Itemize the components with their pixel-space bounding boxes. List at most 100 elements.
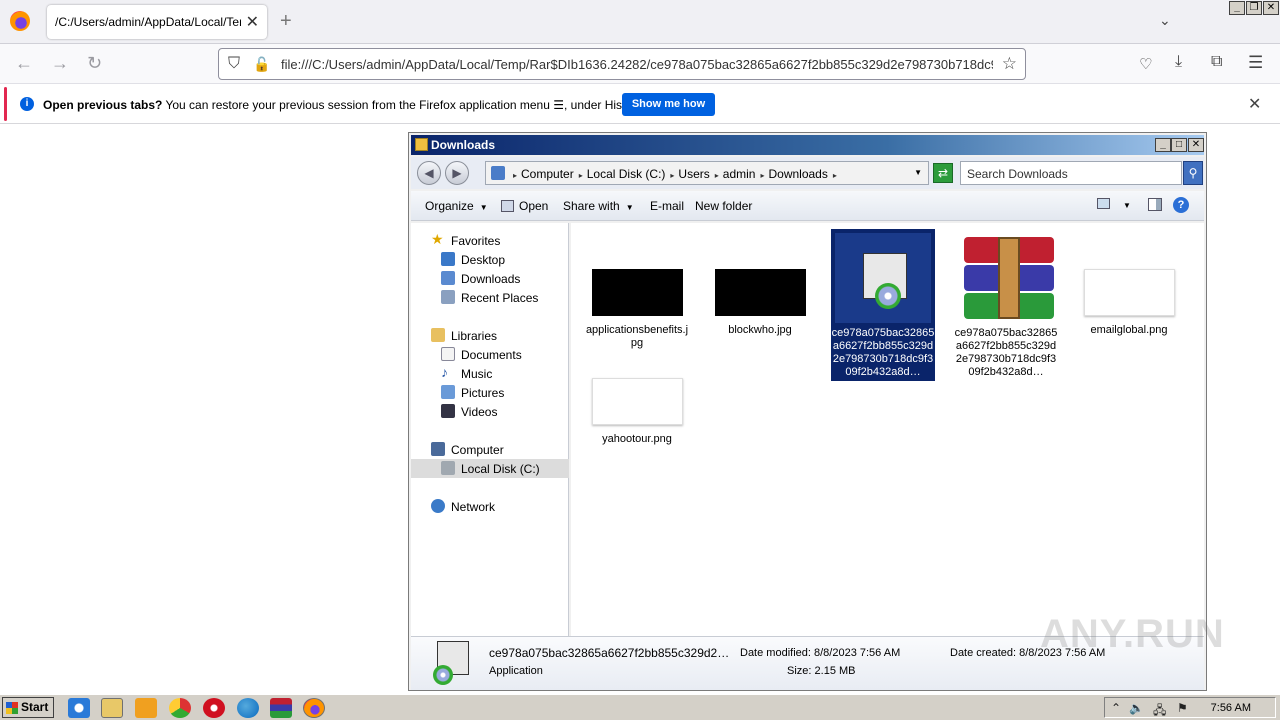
nav-favorites[interactable]: ★ Favorites — [411, 231, 569, 250]
navigation-bar: ← → ↻ ⛉ 🔓 file:///C:/Users/admin/AppData… — [0, 44, 1280, 84]
refresh-icon[interactable]: ⇄ — [933, 163, 953, 183]
crumb-computer[interactable]: Computer — [521, 167, 574, 181]
restore-button[interactable]: ❐ — [1246, 1, 1262, 15]
show-me-how-button[interactable]: Show me how — [622, 93, 715, 116]
file-item[interactable]: ce978a075bac32865a6627f2bb855c329d2e7987… — [954, 229, 1058, 381]
nav-libraries[interactable]: Libraries — [411, 326, 569, 345]
explorer-taskbar-icon[interactable] — [101, 698, 123, 718]
explorer-forward-button[interactable]: ▶ — [445, 161, 469, 185]
shield-icon[interactable]: ⛉ — [228, 55, 240, 73]
explorer-close-button[interactable]: ✕ — [1188, 138, 1204, 152]
installer-icon — [429, 641, 473, 687]
crumb-downloads[interactable]: Downloads — [768, 167, 827, 181]
bookmark-star-icon[interactable]: ☆ — [1002, 54, 1017, 74]
file-item[interactable]: applicationsbenefits.jpg — [585, 269, 689, 353]
desktop-icon — [441, 252, 455, 266]
explorer-back-button[interactable]: ◀ — [417, 161, 441, 185]
winrar-taskbar-icon[interactable] — [270, 698, 292, 718]
firefox-logo-icon — [10, 11, 30, 31]
size-label: Size: — [787, 665, 812, 677]
file-list: applicationsbenefits.jpg blockwho.jpg ce… — [571, 223, 1204, 636]
list-tabs-icon[interactable]: ⌄ — [1159, 12, 1171, 29]
network-tray-icon[interactable]: 🖧 — [1153, 701, 1166, 722]
file-name: applicationsbenefits.jpg — [585, 324, 689, 349]
preview-pane-icon[interactable] — [1148, 198, 1162, 211]
hard-disk-icon — [441, 461, 455, 475]
chrome-icon[interactable] — [169, 698, 191, 718]
crumb-admin[interactable]: admin — [723, 167, 756, 181]
modified-value: 8/8/2023 7:56 AM — [814, 647, 901, 659]
insecure-lock-icon[interactable]: 🔓 — [253, 56, 270, 73]
downloads-folder-icon — [441, 271, 455, 285]
nav-videos[interactable]: Videos — [411, 402, 569, 421]
url-bar[interactable]: ⛉ 🔓 file:///C:/Users/admin/AppData/Local… — [218, 48, 1026, 80]
downloads-icon[interactable]: ⤓ — [1175, 53, 1182, 71]
file-item[interactable]: yahootour.png — [585, 378, 689, 448]
crumb-local-disk[interactable]: Local Disk (C:) — [587, 167, 666, 181]
nav-computer[interactable]: Computer — [411, 440, 569, 459]
new-tab-icon[interactable]: + — [280, 10, 292, 33]
search-input[interactable]: Search Downloads — [960, 161, 1182, 185]
notification-close-icon[interactable]: ✕ — [1248, 94, 1261, 114]
address-dropdown-icon[interactable]: ▼ — [914, 168, 922, 177]
nav-documents[interactable]: Documents — [411, 345, 569, 364]
email-button[interactable]: E-mail — [650, 199, 684, 213]
extensions-icon[interactable]: ⧉ — [1211, 53, 1222, 71]
restore-session-notification: i Open previous tabs? You can restore yo… — [0, 84, 1280, 124]
tab-bar: /C:/Users/admin/AppData/Local/Temp/R ✕ +… — [0, 0, 1280, 44]
nav-downloads[interactable]: Downloads — [411, 269, 569, 288]
notification-text: Open previous tabs? You can restore your… — [43, 98, 644, 112]
file-name: ce978a075bac32865a6627f2bb855c329d2e7987… — [954, 327, 1058, 378]
nav-music[interactable]: ♪ Music — [411, 364, 569, 383]
minimize-button[interactable]: _ — [1229, 1, 1245, 15]
tab-close-icon[interactable]: ✕ — [246, 12, 259, 32]
new-folder-button[interactable]: New folder — [695, 199, 752, 213]
file-name: ce978a075bac32865a6627f2bb855c329d2e7987… — [831, 327, 935, 378]
start-button[interactable]: Start — [2, 697, 54, 718]
crumb-users[interactable]: Users — [678, 167, 709, 181]
nav-pictures[interactable]: Pictures — [411, 383, 569, 402]
back-icon[interactable]: ← — [15, 53, 33, 74]
media-player-icon[interactable] — [135, 698, 157, 718]
internet-explorer-icon[interactable] — [68, 698, 90, 718]
firefox-taskbar-icon[interactable] — [303, 698, 325, 718]
app-menu-icon[interactable]: ☰ — [1248, 53, 1263, 73]
help-icon[interactable]: ? — [1173, 197, 1189, 213]
view-dropdown-icon[interactable]: ▼ — [1123, 201, 1131, 210]
show-hidden-icons-icon[interactable]: ⌃ — [1111, 701, 1121, 715]
edge-icon[interactable] — [237, 698, 259, 718]
forward-icon[interactable]: → — [51, 53, 69, 74]
share-with-button[interactable]: Share with ▼ — [563, 199, 634, 213]
nav-recent-places[interactable]: Recent Places — [411, 288, 569, 307]
explorer-maximize-button[interactable]: □ — [1171, 138, 1187, 152]
search-icon[interactable]: ⚲ — [1183, 161, 1203, 185]
explorer-title-bar[interactable]: Downloads _ □ ✕ — [411, 135, 1204, 155]
clock[interactable]: 7:56 AM — [1211, 702, 1251, 714]
opera-icon[interactable] — [203, 698, 225, 718]
file-item-selected[interactable]: ce978a075bac32865a6627f2bb855c329d2e7987… — [831, 229, 935, 381]
taskbar: Start ⌃ 🔈 🖧 ⚑ 7:56 AM — [0, 694, 1280, 720]
volume-icon[interactable]: 🔈 — [1129, 701, 1144, 715]
open-label: Open — [519, 199, 549, 213]
file-item[interactable]: blockwho.jpg — [708, 269, 812, 339]
nav-network[interactable]: Network — [411, 497, 569, 516]
system-tray: ⌃ 🔈 🖧 ⚑ 7:56 AM — [1104, 697, 1276, 718]
pocket-icon[interactable]: ♡ — [1139, 55, 1152, 73]
url-text[interactable]: file:///C:/Users/admin/AppData/Local/Tem… — [281, 57, 993, 72]
address-bar[interactable]: ▸ Computer ▸ Local Disk (C:) ▸ Users ▸ admin ▸ Do… — [485, 161, 929, 185]
action-center-flag-icon[interactable]: ⚑ — [1177, 701, 1188, 715]
explorer-minimize-button[interactable]: _ — [1155, 138, 1171, 152]
details-file-type: Application — [489, 665, 543, 677]
explorer-window: Downloads _ □ ✕ ◀ ▶ ▸ Computer ▸ Local Disk… — [408, 132, 1207, 691]
reload-icon[interactable]: ↻ — [87, 53, 102, 74]
organize-button[interactable]: Organize ▼ — [425, 199, 488, 213]
open-button[interactable]: Open — [501, 199, 548, 213]
file-item[interactable]: emailglobal.png — [1077, 269, 1181, 339]
tab-current[interactable]: /C:/Users/admin/AppData/Local/Temp/R ✕ — [47, 5, 267, 39]
details-modified: Date modified: 8/8/2023 7:56 AM — [740, 647, 900, 659]
close-button[interactable]: ✕ — [1263, 1, 1279, 15]
change-view-icon[interactable] — [1097, 198, 1110, 209]
nav-desktop[interactable]: Desktop — [411, 250, 569, 269]
nav-local-disk[interactable]: Local Disk (C:) — [411, 459, 569, 478]
organize-label: Organize — [425, 199, 474, 213]
